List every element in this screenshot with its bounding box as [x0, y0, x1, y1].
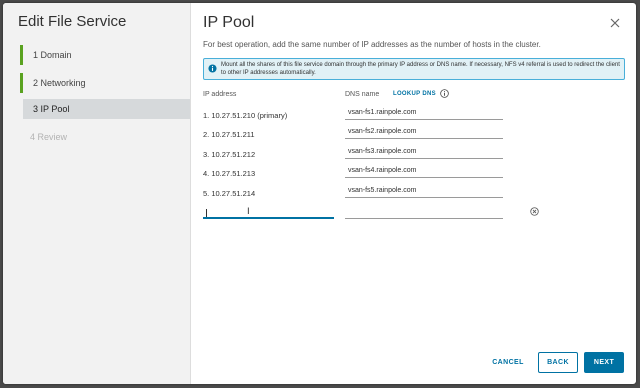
info-text: Mount all the shares of this file servic… — [221, 62, 620, 76]
ip-row-2: 2. 10.27.51.211 — [203, 130, 255, 139]
main-panel: IP Pool For best operation, add the same… — [191, 3, 636, 384]
step-networking[interactable]: 2 Networking — [20, 73, 187, 93]
hint-text: For best operation, add the same number … — [203, 40, 541, 49]
wizard-title: Edit File Service — [18, 13, 127, 30]
info-alert: Mount all the shares of this file servic… — [203, 58, 625, 80]
wizard-sidebar: Edit File Service 1 Domain 2 Networking … — [3, 3, 191, 384]
info-icon — [208, 64, 217, 73]
page-title: IP Pool — [203, 14, 255, 31]
next-button[interactable]: NEXT — [584, 352, 624, 373]
close-icon[interactable] — [609, 17, 621, 29]
step-review: 4 Review — [30, 132, 68, 142]
step-ip-pool[interactable]: 3 IP Pool — [23, 99, 190, 119]
remove-icon[interactable] — [530, 207, 539, 216]
dns-field-2[interactable]: vsan-fs2.rainpole.com — [345, 126, 503, 139]
dns-name-header: DNS name — [345, 91, 380, 98]
dns-field-1[interactable]: vsan-fs1.rainpole.com — [345, 107, 503, 120]
ip-row-4: 4. 10.27.51.213 — [203, 169, 256, 178]
ip-row-1: 1. 10.27.51.210 (primary) — [203, 111, 288, 120]
new-ip-input[interactable]: I — [203, 206, 334, 219]
cancel-button[interactable]: CANCEL — [486, 352, 530, 373]
text-cursor-icon: I — [247, 207, 250, 217]
new-dns-input[interactable] — [345, 206, 503, 219]
lookup-dns-button[interactable]: LOOKUP DNS — [393, 91, 436, 97]
text-caret — [206, 209, 207, 217]
info-icon[interactable] — [440, 89, 449, 98]
back-button[interactable]: BACK — [538, 352, 578, 373]
ip-address-header: IP address — [203, 91, 237, 98]
ip-row-3: 3. 10.27.51.212 — [203, 150, 256, 159]
dns-field-3[interactable]: vsan-fs3.rainpole.com — [345, 146, 503, 159]
ip-row-5: 5. 10.27.51.214 — [203, 189, 256, 198]
dns-field-4[interactable]: vsan-fs4.rainpole.com — [345, 165, 503, 178]
edit-file-service-dialog: Edit File Service 1 Domain 2 Networking … — [3, 3, 636, 384]
dns-field-5[interactable]: vsan-fs5.rainpole.com — [345, 185, 503, 198]
step-domain[interactable]: 1 Domain — [20, 45, 187, 65]
